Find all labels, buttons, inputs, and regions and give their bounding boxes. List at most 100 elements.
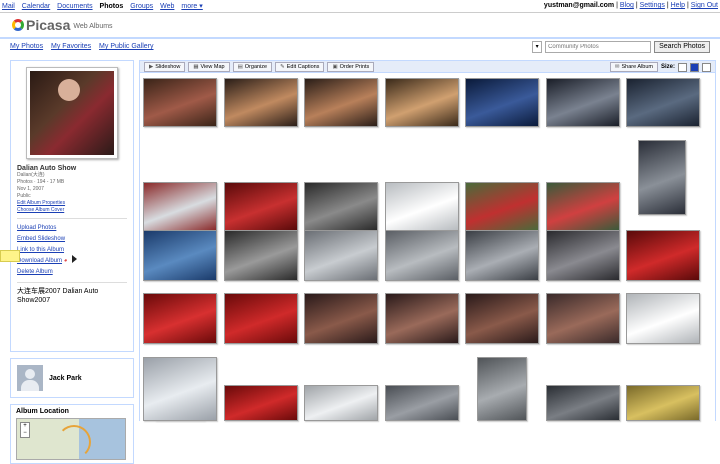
- photo-thumbnail[interactable]: [223, 230, 298, 281]
- photo-thumbnail[interactable]: [304, 78, 378, 127]
- picasa-logo[interactable]: Picasa Web Albums: [12, 16, 113, 34]
- photo-thumbnail[interactable]: [545, 78, 620, 127]
- my-photos-link[interactable]: My Photos: [10, 43, 43, 50]
- search-scope-dropdown[interactable]: ▾: [532, 41, 543, 53]
- photo-thumbnail[interactable]: [545, 293, 620, 344]
- map-zoom-control[interactable]: + −: [20, 422, 30, 438]
- settings-link[interactable]: Settings: [640, 2, 665, 9]
- my-favorites-link[interactable]: My Favorites: [51, 43, 91, 50]
- order-prints-button[interactable]: ▣ Order Prints: [327, 61, 375, 72]
- photo-thumbnail[interactable]: [465, 293, 539, 344]
- slideshow-label: Slideshow: [155, 63, 181, 70]
- photo-thumbnail[interactable]: [384, 182, 459, 231]
- map-icon: ▦: [193, 63, 199, 70]
- toolbar-right: ✉ Share Album Size:: [609, 62, 711, 72]
- top-nav: Mail Calendar Documents Photos Groups We…: [2, 2, 208, 10]
- photo-thumbnail[interactable]: [465, 230, 539, 281]
- photo-thumbnail[interactable]: [545, 385, 620, 421]
- upload-photos-link[interactable]: Upload Photos: [17, 223, 127, 234]
- photo-thumbnail[interactable]: [626, 293, 700, 344]
- owner-name[interactable]: Jack Park: [49, 375, 82, 382]
- photo-thumbnail[interactable]: [143, 230, 217, 281]
- nav-groups[interactable]: Groups: [130, 3, 153, 10]
- download-album-link[interactable]: Download Album: [17, 258, 62, 264]
- organize-label: Organize: [244, 63, 268, 70]
- album-location: Dalian(大连): [17, 172, 45, 178]
- share-album-button[interactable]: ✉ Share Album: [609, 62, 658, 72]
- map-road: [57, 425, 91, 459]
- view-map-label: View Map: [200, 63, 225, 70]
- photo-thumbnail[interactable]: [143, 182, 217, 231]
- edit-captions-button[interactable]: ✎ Edit Captions: [275, 61, 325, 72]
- photo-thumbnail[interactable]: [626, 385, 700, 421]
- photo-thumbnail[interactable]: [545, 230, 620, 281]
- account-links: yustman@gmail.com | Blog | Settings | He…: [543, 2, 718, 9]
- photo-thumbnail[interactable]: [223, 385, 298, 421]
- slideshow-button[interactable]: ▶ Slideshow: [144, 61, 186, 72]
- photo-thumbnail[interactable]: [143, 293, 217, 344]
- photo-thumbnail[interactable]: [223, 293, 298, 344]
- blog-link[interactable]: Blog: [620, 2, 634, 9]
- photo-thumbnail[interactable]: [384, 385, 459, 421]
- embed-slideshow-link[interactable]: Embed Slideshow: [17, 234, 127, 245]
- album-actions: Upload Photos Embed Slideshow Link to th…: [17, 223, 127, 278]
- pencil-icon: ✎: [280, 63, 285, 70]
- nav-documents[interactable]: Documents: [57, 3, 92, 10]
- help-link[interactable]: Help: [671, 2, 685, 9]
- size-label: Size:: [660, 64, 675, 70]
- photo-thumbnail[interactable]: [465, 182, 539, 231]
- search-photos-button[interactable]: Search Photos: [654, 41, 710, 53]
- album-description: 大连车展2007 Dalian Auto Show2007: [17, 288, 99, 304]
- organize-button[interactable]: ▤ Organize: [232, 61, 273, 72]
- photo-thumbnail[interactable]: [477, 357, 527, 421]
- album-location-title: Album Location: [16, 408, 69, 415]
- nav-more[interactable]: more ▾: [181, 3, 202, 10]
- photo-thumbnail[interactable]: [223, 182, 298, 231]
- photo-thumbnail[interactable]: [638, 140, 686, 215]
- edit-album-properties-link[interactable]: Edit Album Properties: [17, 200, 127, 207]
- photo-thumbnail[interactable]: [143, 78, 217, 127]
- photo-thumbnail[interactable]: [223, 78, 298, 127]
- photo-thumbnail[interactable]: [384, 230, 459, 281]
- photo-thumbnail[interactable]: [304, 385, 378, 421]
- photo-thumbnail[interactable]: [304, 230, 378, 281]
- photo-thumbnail[interactable]: [626, 78, 700, 127]
- zoom-in-icon[interactable]: +: [23, 423, 27, 429]
- nav-calendar[interactable]: Calendar: [22, 3, 50, 10]
- size-medium-button[interactable]: [690, 62, 699, 72]
- nav-photos[interactable]: Photos: [100, 3, 124, 10]
- album-date: Nov 1, 2007: [17, 186, 44, 192]
- size-small-button[interactable]: [678, 62, 687, 72]
- photo-thumbnail[interactable]: [304, 182, 378, 231]
- user-email: yustman@gmail.com: [543, 2, 615, 9]
- photo-thumbnail[interactable]: [545, 182, 620, 231]
- divider: [17, 218, 127, 219]
- delete-album-link[interactable]: Delete Album: [17, 267, 127, 278]
- photo-thumbnail[interactable]: [384, 78, 459, 127]
- album-location-box: Album Location + −: [10, 404, 134, 464]
- nav-mail[interactable]: Mail: [2, 3, 15, 10]
- size-large-button[interactable]: [702, 62, 711, 72]
- sign-out-link[interactable]: Sign Out: [691, 2, 718, 9]
- header-divider: [0, 37, 720, 39]
- avatar[interactable]: [17, 365, 43, 391]
- photo-thumbnail[interactable]: [384, 293, 459, 344]
- divider: [17, 282, 127, 283]
- top-bar: Mail Calendar Documents Photos Groups We…: [0, 0, 720, 13]
- photo-thumbnail[interactable]: [626, 230, 700, 281]
- choose-album-cover-link[interactable]: Choose Album Cover: [17, 207, 127, 214]
- my-public-gallery-link[interactable]: My Public Gallery: [99, 43, 153, 50]
- search-input[interactable]: [545, 41, 652, 53]
- zoom-out-icon[interactable]: −: [23, 430, 27, 436]
- mail-icon: ✉: [614, 64, 620, 70]
- album-cover[interactable]: [26, 67, 118, 159]
- view-map-button[interactable]: ▦ View Map: [188, 61, 230, 72]
- nav-web[interactable]: Web: [160, 3, 174, 10]
- location-map[interactable]: + −: [16, 418, 126, 460]
- pointer-arrow-icon: [72, 255, 77, 263]
- owner-box[interactable]: Jack Park: [10, 358, 134, 398]
- photo-thumbnail[interactable]: [143, 357, 217, 421]
- logo-name: Picasa: [26, 17, 71, 33]
- photo-thumbnail[interactable]: [304, 293, 378, 344]
- photo-thumbnail[interactable]: [465, 78, 539, 127]
